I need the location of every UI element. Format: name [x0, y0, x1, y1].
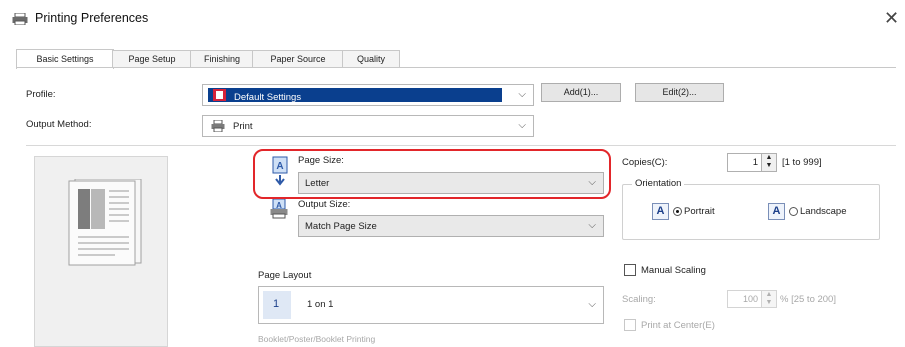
svg-text:A: A	[276, 201, 282, 210]
spin-arrows-icon[interactable]: ▲ ▼	[761, 291, 776, 307]
title-bar: Printing Preferences ✕	[0, 0, 905, 38]
window-title: Printing Preferences	[35, 11, 149, 25]
page-layout-label: Page Layout	[258, 270, 312, 281]
profile-icon	[213, 89, 226, 101]
page-preview	[34, 156, 168, 347]
print-center-checkbox[interactable]	[624, 319, 636, 331]
tab-divider	[16, 67, 896, 68]
copies-value: 1	[752, 157, 758, 168]
section-divider	[26, 145, 896, 146]
profile-label: Profile:	[26, 89, 56, 100]
tab-paper-source[interactable]: Paper Source	[252, 50, 344, 68]
manual-scaling-checkbox[interactable]	[624, 264, 636, 276]
tab-finishing[interactable]: Finishing	[190, 50, 254, 68]
print-icon	[211, 120, 225, 132]
portrait-label[interactable]: Portrait	[684, 206, 715, 217]
output-size-combo[interactable]: Match Page Size ⌵	[298, 215, 604, 237]
scaling-spinner[interactable]: 100 ▲ ▼	[727, 290, 777, 308]
layout-number: 1	[273, 298, 280, 310]
profile-edit-button[interactable]: Edit(2)...	[635, 83, 724, 102]
landscape-radio[interactable]	[789, 207, 798, 216]
output-method-combo[interactable]: Print ⌵	[202, 115, 534, 137]
layout-thumbnail-icon: 1	[263, 291, 291, 319]
landscape-a-icon: A	[768, 203, 785, 220]
chevron-down-icon: ⌵	[518, 120, 526, 131]
copies-spinner[interactable]: 1 ▲ ▼	[727, 153, 777, 172]
page-layout-hint: Booklet/Poster/Booklet Printing	[258, 334, 376, 344]
document-preview-icon	[68, 179, 142, 266]
printing-preferences-window: Printing Preferences ✕ Basic Settings Pa…	[0, 0, 905, 347]
output-method-label: Output Method:	[26, 119, 92, 130]
chevron-down-icon: ⌵	[518, 89, 526, 100]
portrait-a-icon: A	[652, 203, 669, 220]
scaling-range: % [25 to 200]	[780, 294, 836, 305]
page-size-highlight	[253, 149, 611, 199]
manual-scaling-label[interactable]: Manual Scaling	[641, 265, 706, 276]
output-size-label: Output Size:	[298, 199, 351, 210]
landscape-label[interactable]: Landscape	[800, 206, 846, 217]
close-icon[interactable]: ✕	[884, 8, 899, 29]
chevron-down-icon: ⌵	[588, 299, 596, 310]
profile-add-button[interactable]: Add(1)...	[541, 83, 621, 102]
scaling-value: 100	[742, 294, 758, 304]
spin-arrows-icon[interactable]: ▲ ▼	[761, 154, 776, 171]
profile-value: Default Settings	[234, 92, 302, 103]
output-method-value: Print	[233, 121, 253, 132]
tab-page-setup[interactable]: Page Setup	[112, 50, 192, 68]
profile-selection: Default Settings	[208, 88, 502, 103]
chevron-down-icon: ⌵	[588, 220, 596, 231]
copies-range: [1 to 999]	[782, 157, 822, 168]
orientation-label: Orientation	[632, 178, 685, 189]
printer-icon	[12, 13, 28, 25]
portrait-radio[interactable]	[673, 207, 682, 216]
tab-quality[interactable]: Quality	[342, 50, 400, 68]
output-size-icon: A	[270, 199, 288, 219]
scaling-label: Scaling:	[622, 294, 656, 305]
profile-combo[interactable]: Default Settings ⌵	[202, 84, 534, 106]
copies-label: Copies(C):	[622, 157, 668, 168]
tab-basic-settings[interactable]: Basic Settings	[16, 49, 114, 69]
page-layout-value: 1 on 1	[307, 299, 334, 310]
page-layout-combo[interactable]: 1 1 on 1 ⌵	[258, 286, 604, 324]
output-size-value: Match Page Size	[305, 221, 377, 232]
print-center-label[interactable]: Print at Center(E)	[641, 320, 715, 331]
